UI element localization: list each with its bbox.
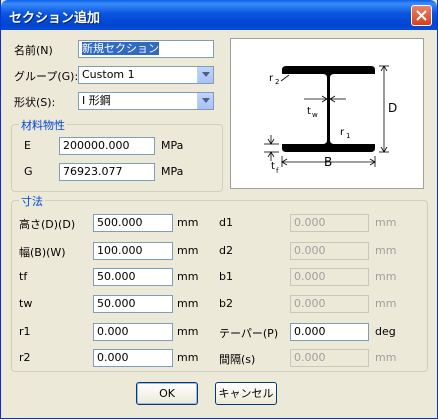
group-dropdown-button[interactable] [197, 67, 213, 83]
dim-right-unit: mm [375, 297, 397, 310]
material-group-title: 材料物性 [19, 117, 67, 133]
r1-label-sub: 1 [346, 132, 350, 140]
dim-left-input[interactable]: 0.000 [93, 349, 173, 367]
shape-dropdown-button[interactable] [197, 93, 213, 109]
dim-left-input[interactable]: 500.000 [93, 214, 173, 232]
dim-right-unit: mm [375, 244, 397, 257]
dim-left-label: 幅(B)(W) [19, 246, 66, 259]
dim-left-label: tf [19, 270, 28, 283]
e-label: E [24, 139, 31, 152]
tw-label-sub: w [312, 111, 318, 119]
dim-right-label: b1 [219, 270, 233, 283]
dim-right-input[interactable]: 0.000 [290, 323, 369, 341]
window-title: セクション追加 [9, 11, 101, 26]
dim-left-input[interactable]: 100.000 [93, 242, 173, 260]
name-input[interactable]: 新規セクション [78, 40, 214, 58]
material-group [11, 124, 223, 192]
dim-left-label: r2 [19, 351, 31, 364]
dim-right-input: 0.000 [290, 349, 369, 367]
cancel-button[interactable]: キャンセル [215, 382, 277, 405]
close-icon [416, 10, 427, 21]
group-label: グループ(G): [14, 70, 79, 83]
r2-label-sub: 2 [275, 78, 279, 86]
dim-right-unit: mm [375, 270, 397, 283]
close-button[interactable] [411, 5, 432, 26]
dim-right-label: d1 [219, 216, 233, 229]
dim-left-unit: mm [177, 216, 199, 229]
shape-value: I 形鋼 [82, 94, 111, 107]
ok-button[interactable]: OK [136, 382, 198, 405]
g-input[interactable]: 76923.077 [59, 163, 155, 181]
g-unit: MPa [161, 165, 184, 178]
shape-select[interactable]: I 形鋼 [78, 92, 214, 110]
dim-left-unit: mm [177, 351, 199, 364]
dim-right-label: b2 [219, 297, 233, 310]
dim-left-input[interactable]: 50.000 [93, 268, 173, 286]
e-unit: MPa [161, 139, 184, 152]
dim-left-unit: mm [177, 244, 199, 257]
dim-right-unit: mm [375, 216, 397, 229]
add-section-dialog: セクション追加 名前(N) 新規セクション グループ(G): Custom 1 … [0, 0, 438, 419]
dim-right-unit: mm [375, 351, 397, 364]
title-bar[interactable]: セクション追加 [1, 0, 437, 30]
dim-right-label: テーパー(P) [219, 327, 279, 340]
chevron-down-icon [202, 98, 210, 103]
dim-right-label: 間隔(s) [219, 353, 256, 366]
dim-left-label: r1 [19, 325, 31, 338]
dim-right-unit: deg [375, 325, 396, 338]
group-value: Custom 1 [82, 68, 135, 81]
name-label: 名前(N) [14, 44, 53, 57]
dim-left-unit: mm [177, 297, 199, 310]
dim-right-input: 0.000 [290, 295, 369, 313]
dimensions-group-title: 寸法 [19, 193, 45, 209]
r2-label: r [269, 73, 274, 84]
dim-left-input[interactable]: 0.000 [93, 323, 173, 341]
dim-right-input: 0.000 [290, 268, 369, 286]
e-input[interactable]: 200000.000 [59, 137, 155, 155]
dim-left-label: 高さ(D)(D) [19, 218, 76, 231]
i-beam-diagram: r 2 t w r 1 D t f B [264, 65, 397, 175]
r1-label: r [340, 127, 345, 138]
tf-label: t [271, 161, 275, 172]
dim-right-input: 0.000 [290, 242, 369, 260]
tw-label: t [307, 106, 311, 117]
dim-left-unit: mm [177, 270, 199, 283]
section-diagram: r 2 t w r 1 D t f B [230, 38, 424, 189]
shape-label: 形状(S): [14, 96, 56, 109]
dim-left-unit: mm [177, 325, 199, 338]
dim-right-label: d2 [219, 244, 233, 257]
dim-left-label: tw [19, 297, 33, 310]
d-label: D [388, 101, 397, 115]
dim-left-input[interactable]: 50.000 [93, 295, 173, 313]
group-select[interactable]: Custom 1 [78, 66, 214, 84]
tf-label-sub: f [276, 167, 279, 175]
name-value: 新規セクション [82, 42, 159, 55]
g-label: G [24, 165, 33, 178]
dim-right-input: 0.000 [290, 214, 369, 232]
chevron-down-icon [202, 72, 210, 77]
b-label: B [324, 155, 332, 169]
